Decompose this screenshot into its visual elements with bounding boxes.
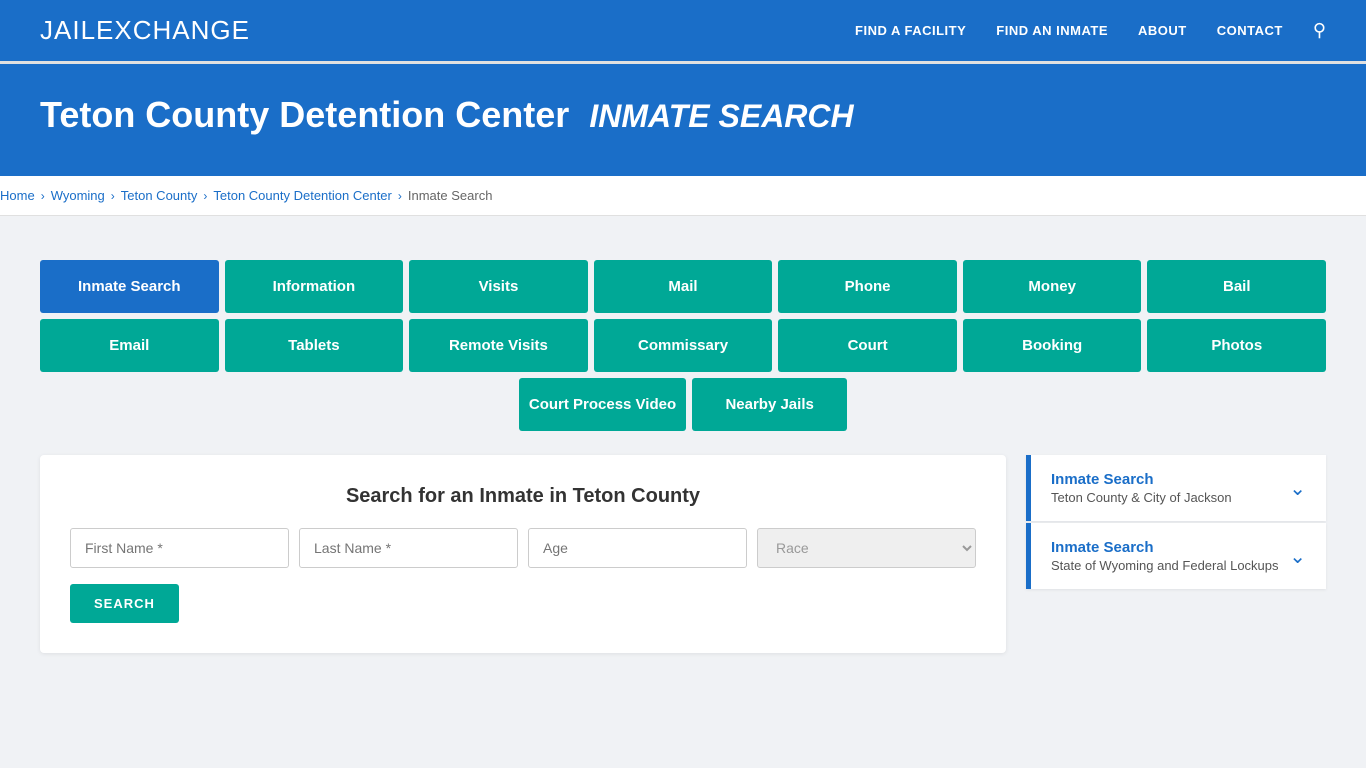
age-input[interactable] [528,528,747,568]
nav-find-facility[interactable]: FIND A FACILITY [855,23,966,38]
sidebar-item-wyoming-title: Inmate Search [1051,539,1279,556]
tab-remote-visits[interactable]: Remote Visits [409,319,588,372]
page-title: Teton County Detention Center INMATE SEA… [40,94,1326,136]
breadcrumb-sep-3: › [203,189,207,203]
tab-money[interactable]: Money [963,260,1142,313]
tab-court-process-video[interactable]: Court Process Video [519,378,686,431]
tab-inmate-search[interactable]: Inmate Search [40,260,219,313]
sidebar-item-wyoming-subtitle: State of Wyoming and Federal Lockups [1051,558,1279,573]
tabs-row-1: Inmate Search Information Visits Mail Ph… [40,260,1326,313]
chevron-down-icon-1: ⌄ [1289,476,1306,501]
search-inputs: Race White Black Hispanic Asian Other [70,528,976,568]
site-logo[interactable]: JAILEXCHANGE [40,15,250,46]
first-name-input[interactable] [70,528,289,568]
breadcrumb-detention-center[interactable]: Teton County Detention Center [213,188,392,203]
chevron-down-icon-2: ⌄ [1289,544,1306,569]
hero-section: Teton County Detention Center INMATE SEA… [0,64,1366,176]
sidebar-item-teton-title: Inmate Search [1051,471,1232,488]
breadcrumb: Home › Wyoming › Teton County › Teton Co… [0,176,1366,216]
breadcrumb-teton-county[interactable]: Teton County [121,188,198,203]
breadcrumb-sep-2: › [111,189,115,203]
page-title-main: Teton County Detention Center [40,94,569,135]
breadcrumb-current: Inmate Search [408,188,493,203]
tab-phone[interactable]: Phone [778,260,957,313]
nav-contact[interactable]: CONTACT [1217,23,1283,38]
sidebar-item-teton-county[interactable]: Inmate Search Teton County & City of Jac… [1026,455,1326,521]
search-title: Search for an Inmate in Teton County [70,485,976,508]
main-panel: Search for an Inmate in Teton County Rac… [40,455,1006,653]
tab-tablets[interactable]: Tablets [225,319,404,372]
sidebar-item-teton-text: Inmate Search Teton County & City of Jac… [1051,471,1232,505]
tab-information[interactable]: Information [225,260,404,313]
search-box: Search for an Inmate in Teton County Rac… [40,455,1006,653]
search-icon[interactable]: ⚲ [1313,20,1326,41]
nav-links: FIND A FACILITY FIND AN INMATE ABOUT CON… [855,20,1326,41]
sidebar-item-teton-subtitle: Teton County & City of Jackson [1051,490,1232,505]
breadcrumb-home[interactable]: Home [0,188,35,203]
content-area: Search for an Inmate in Teton County Rac… [40,455,1326,653]
tab-nearby-jails[interactable]: Nearby Jails [692,378,847,431]
breadcrumb-sep-1: › [41,189,45,203]
tab-photos[interactable]: Photos [1147,319,1326,372]
navbar: JAILEXCHANGE FIND A FACILITY FIND AN INM… [0,0,1366,64]
tabs-row-2: Email Tablets Remote Visits Commissary C… [40,319,1326,372]
breadcrumb-sep-4: › [398,189,402,203]
tab-booking[interactable]: Booking [963,319,1142,372]
tabs-section: Inmate Search Information Visits Mail Ph… [40,260,1326,431]
tab-commissary[interactable]: Commissary [594,319,773,372]
tab-mail[interactable]: Mail [594,260,773,313]
tab-court[interactable]: Court [778,319,957,372]
main-content: Inmate Search Information Visits Mail Ph… [0,240,1366,693]
last-name-input[interactable] [299,528,518,568]
tab-bail[interactable]: Bail [1147,260,1326,313]
nav-about[interactable]: ABOUT [1138,23,1187,38]
tabs-row-3: Court Process Video Nearby Jails [40,378,1326,431]
logo-text-bold: JAIL [40,15,96,45]
tab-visits[interactable]: Visits [409,260,588,313]
logo-text-light: EXCHANGE [96,15,250,45]
tab-email[interactable]: Email [40,319,219,372]
breadcrumb-wyoming[interactable]: Wyoming [51,188,105,203]
page-title-sub: INMATE SEARCH [589,98,853,134]
search-button[interactable]: SEARCH [70,584,179,623]
sidebar: Inmate Search Teton County & City of Jac… [1026,455,1326,653]
sidebar-item-wyoming[interactable]: Inmate Search State of Wyoming and Feder… [1026,523,1326,589]
sidebar-item-wyoming-text: Inmate Search State of Wyoming and Feder… [1051,539,1279,573]
nav-find-inmate[interactable]: FIND AN INMATE [996,23,1108,38]
race-select[interactable]: Race White Black Hispanic Asian Other [757,528,976,568]
